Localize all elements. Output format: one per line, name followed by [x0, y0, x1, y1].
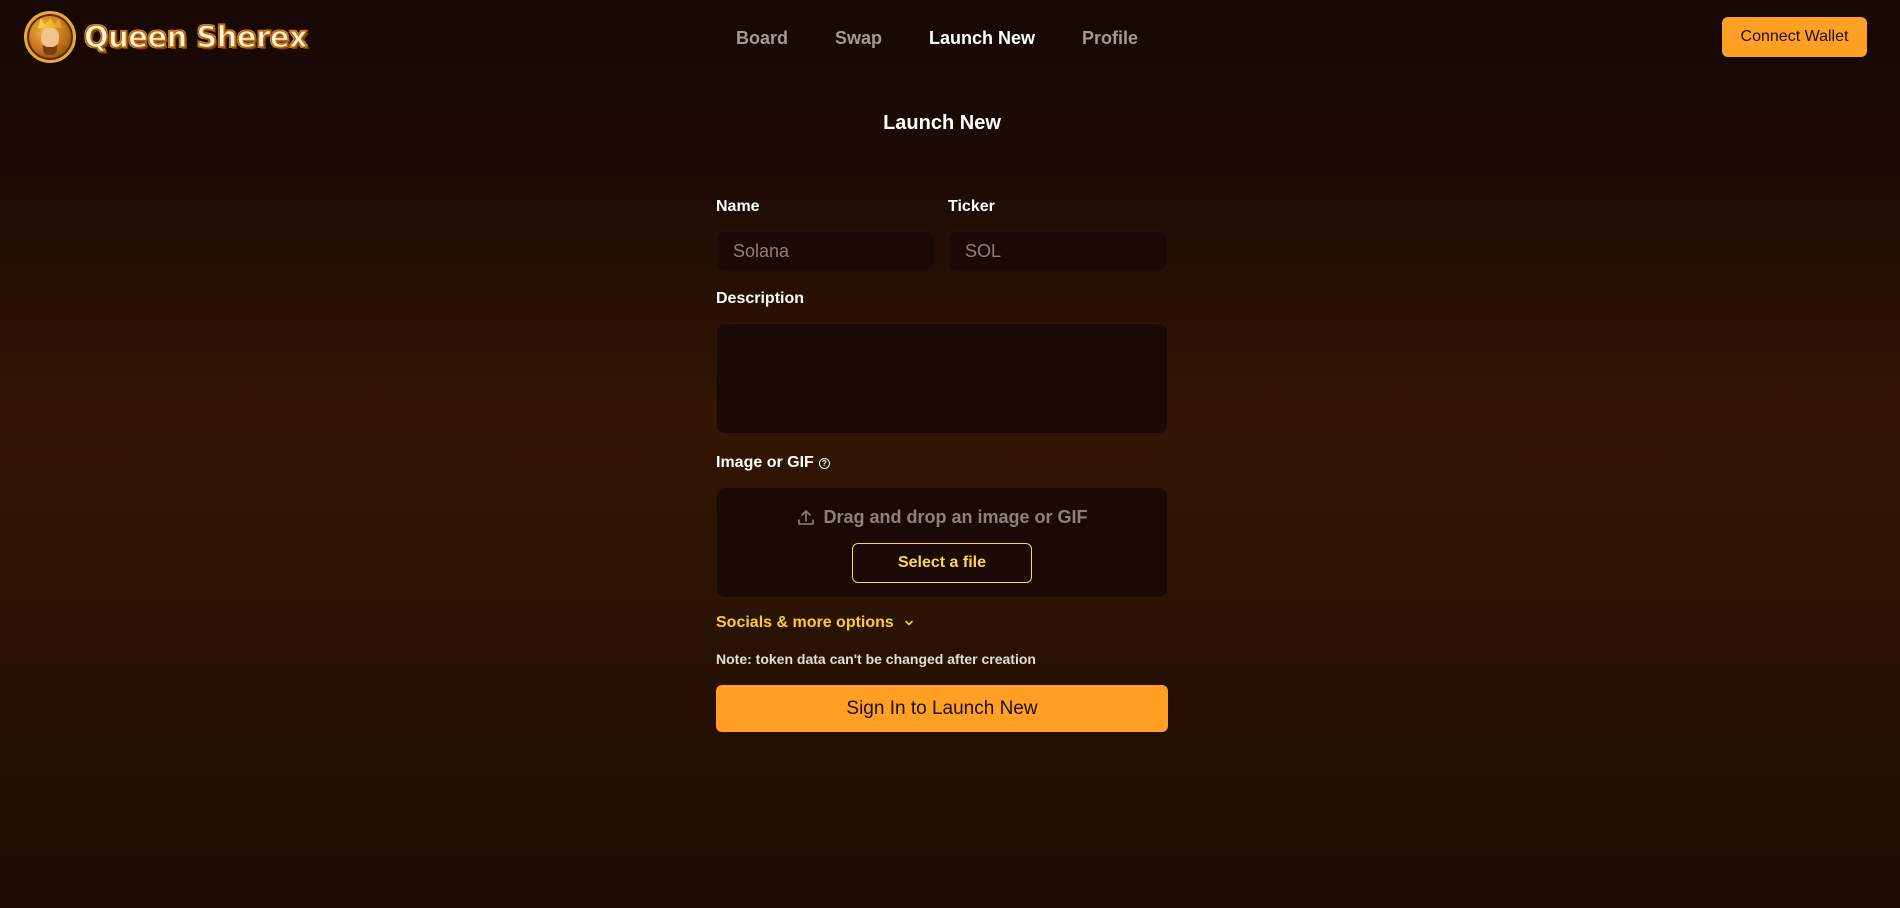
queen-avatar-icon — [24, 11, 76, 63]
page-title: Launch New — [883, 112, 1001, 134]
ticker-label: Ticker — [948, 198, 995, 215]
name-input[interactable] — [716, 231, 935, 271]
info-icon[interactable]: ? — [818, 458, 830, 469]
creation-note: Note: token data can't be changed after … — [716, 651, 1036, 667]
top-bar: Queen Sherex Board Swap Launch New Profi… — [0, 0, 1900, 74]
description-textarea[interactable] — [716, 323, 1168, 434]
image-dropzone[interactable]: Drag and drop an image or GIF Select a f… — [716, 487, 1168, 598]
nav-swap[interactable]: Swap — [835, 28, 882, 49]
image-label: Image or GIF — [716, 454, 814, 471]
description-label: Description — [716, 290, 805, 307]
brand-name: Queen Sherex — [83, 19, 308, 55]
ticker-input[interactable] — [948, 231, 1168, 271]
chevron-down-icon — [905, 620, 913, 626]
upload-icon — [798, 509, 815, 525]
nav-board[interactable]: Board — [736, 28, 788, 49]
socials-options-toggle[interactable]: Socials & more options — [716, 613, 915, 633]
dropzone-text: Drag and drop an image or GIF — [823, 507, 1088, 527]
nav-profile[interactable]: Profile — [1082, 28, 1138, 49]
dropzone-hint: Drag and drop an image or GIF — [717, 507, 1167, 528]
sign-in-launch-button[interactable]: Sign In to Launch New — [716, 685, 1168, 732]
connect-wallet-button[interactable]: Connect Wallet — [1722, 17, 1867, 57]
brand-logo[interactable]: Queen Sherex — [24, 11, 309, 63]
select-file-button[interactable]: Select a file — [852, 543, 1032, 583]
image-label-row: Image or GIF? — [716, 454, 830, 472]
socials-label: Socials & more options — [716, 614, 894, 631]
main-nav: Board Swap Launch New Profile — [736, 26, 1138, 50]
nav-launch-new[interactable]: Launch New — [929, 28, 1035, 49]
name-label: Name — [716, 198, 760, 215]
